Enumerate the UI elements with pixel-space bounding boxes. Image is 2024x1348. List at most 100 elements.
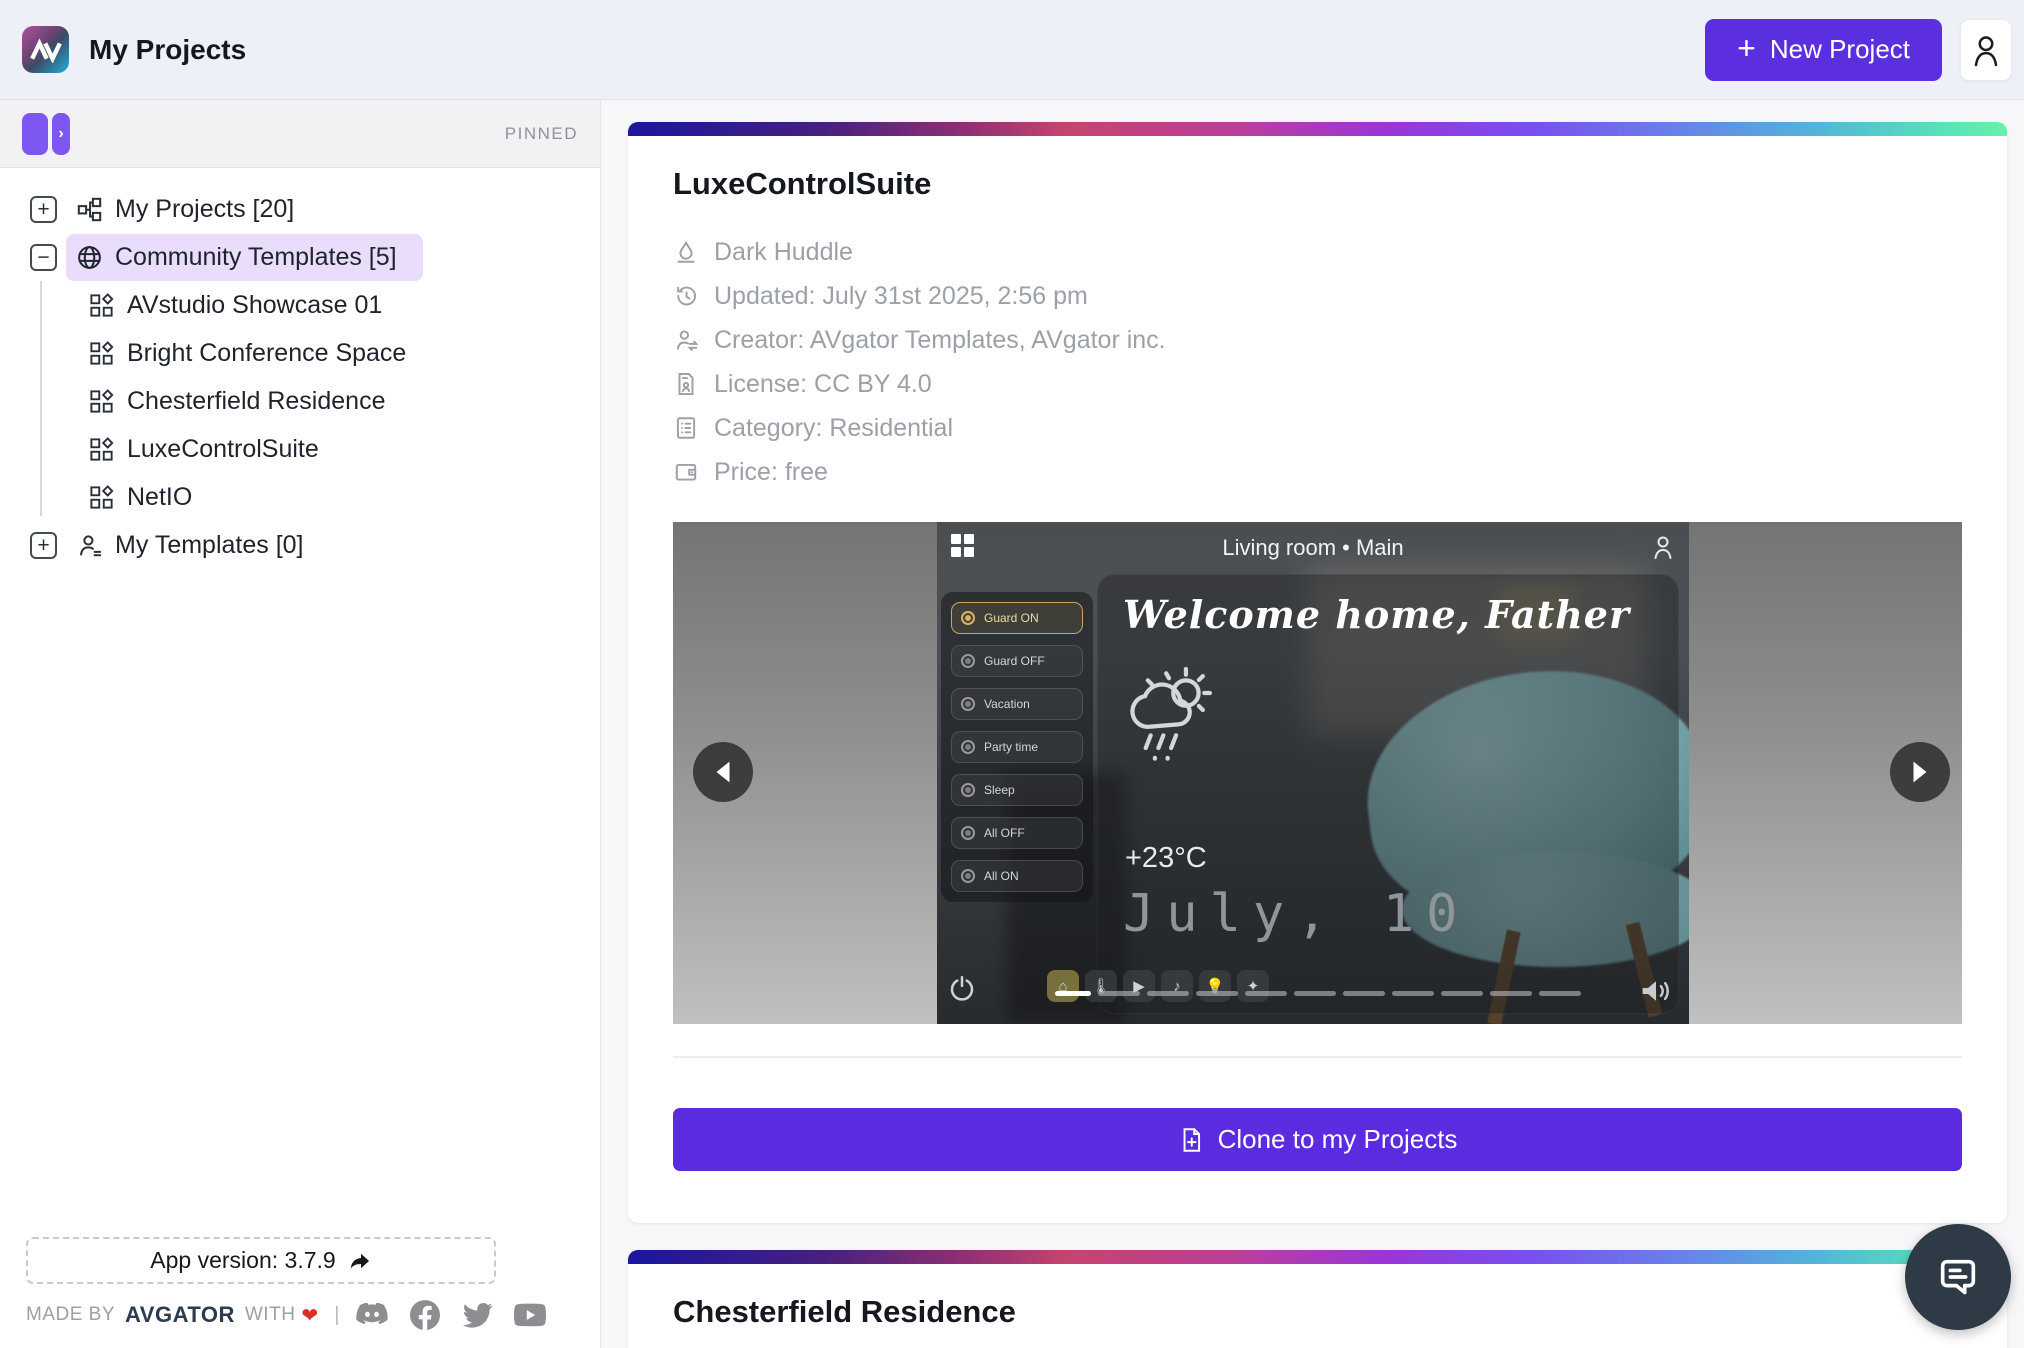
tree-item-my-projects[interactable]: + My Projects [20] bbox=[0, 185, 600, 233]
app-version-label: App version: 3.7.9 bbox=[150, 1247, 335, 1274]
template-icon bbox=[88, 292, 115, 319]
page-dash-active[interactable] bbox=[1055, 991, 1091, 996]
discord-link[interactable] bbox=[355, 1302, 389, 1328]
plus-icon: + bbox=[1737, 32, 1756, 64]
light-app-icon: 💡 bbox=[1199, 970, 1231, 1002]
scene-button-guard-off[interactable]: Guard OFF bbox=[951, 645, 1083, 677]
radio-icon bbox=[961, 783, 975, 797]
support-chat-button[interactable] bbox=[1905, 1224, 2011, 1330]
tree-item-label: My Projects [20] bbox=[115, 195, 294, 224]
scene-button-sleep[interactable]: Sleep bbox=[951, 774, 1083, 806]
twitter-icon bbox=[461, 1302, 493, 1329]
page-dash[interactable] bbox=[1392, 991, 1434, 996]
radio-icon bbox=[961, 869, 975, 883]
sidebar-footer: MADE BY AVGATOR WITH ❤ | bbox=[26, 1300, 546, 1330]
pinned-label: PINNED bbox=[505, 124, 578, 144]
tree-item-label: Bright Conference Space bbox=[127, 339, 406, 368]
user-templates-icon bbox=[76, 532, 103, 559]
updated-icon bbox=[673, 283, 699, 309]
meta-text: License: CC BY 4.0 bbox=[714, 370, 932, 399]
footer-separator: | bbox=[334, 1304, 339, 1327]
expand-icon[interactable]: + bbox=[30, 196, 57, 223]
home-app-icon: ⌂ bbox=[1047, 970, 1079, 1002]
tree-item-label: AVstudio Showcase 01 bbox=[127, 291, 382, 320]
power-icon bbox=[947, 974, 977, 1004]
selected-tree-item-highlight: Community Templates [5] bbox=[66, 234, 423, 281]
theme-icon bbox=[673, 239, 699, 265]
tree-item-my-templates[interactable]: + My Templates [0] bbox=[0, 521, 600, 569]
page-dash[interactable] bbox=[1490, 991, 1532, 996]
page-dash[interactable] bbox=[1196, 991, 1238, 996]
twitter-link[interactable] bbox=[461, 1302, 493, 1329]
sidebar-collapse-toggle[interactable]: › bbox=[22, 113, 70, 155]
card-metadata: Dark Huddle Updated: July 31st 2025, 2:5… bbox=[673, 230, 1962, 494]
tree-item-label: My Templates [0] bbox=[115, 531, 304, 560]
template-card-chesterfield-residence: Chesterfield Residence bbox=[628, 1250, 2007, 1348]
scene-label: Guard OFF bbox=[984, 654, 1045, 668]
youtube-link[interactable] bbox=[514, 1303, 546, 1327]
template-icon bbox=[88, 484, 115, 511]
scene-button-all-on[interactable]: All ON bbox=[951, 860, 1083, 892]
scene-button-all-off[interactable]: All OFF bbox=[951, 817, 1083, 849]
scene-button-vacation[interactable]: Vacation bbox=[951, 688, 1083, 720]
price-icon bbox=[673, 459, 699, 485]
radio-icon bbox=[961, 611, 975, 625]
sidebar-header: › PINNED bbox=[0, 100, 600, 168]
page-dash[interactable] bbox=[1245, 991, 1287, 996]
tree-item-label: Chesterfield Residence bbox=[127, 387, 385, 416]
clone-file-icon bbox=[1178, 1126, 1204, 1154]
tree-item-bright-conference-space[interactable]: Bright Conference Space bbox=[0, 329, 600, 377]
scene-label: All OFF bbox=[984, 826, 1025, 840]
facebook-icon bbox=[410, 1300, 440, 1330]
carousel-prev-button[interactable] bbox=[693, 742, 753, 802]
scene-menu: Guard ON Guard OFF Vacation Party t bbox=[941, 592, 1093, 902]
page-dash[interactable] bbox=[1343, 991, 1385, 996]
meta-text: Creator: AVgator Templates, AVgator inc. bbox=[714, 326, 1166, 355]
tree-item-avstudio-showcase-01[interactable]: AVstudio Showcase 01 bbox=[0, 281, 600, 329]
page-dash[interactable] bbox=[1441, 991, 1483, 996]
climate-app-icon: 🌡 bbox=[1085, 970, 1117, 1002]
media-app-icon: ▶ bbox=[1123, 970, 1155, 1002]
app-version-box[interactable]: App version: 3.7.9 bbox=[26, 1237, 496, 1284]
facebook-link[interactable] bbox=[410, 1300, 440, 1330]
room-title: Living room • Main bbox=[937, 535, 1689, 561]
collapse-icon[interactable]: − bbox=[30, 244, 57, 271]
date-display: July, 10 bbox=[1123, 884, 1469, 944]
template-icon bbox=[88, 388, 115, 415]
tree-item-chesterfield-residence[interactable]: Chesterfield Residence bbox=[0, 377, 600, 425]
page-dash[interactable] bbox=[1539, 991, 1581, 996]
profile-icon bbox=[1651, 534, 1675, 560]
new-project-button[interactable]: + New Project bbox=[1705, 19, 1942, 81]
made-by-label: MADE BY bbox=[26, 1304, 115, 1326]
section-divider bbox=[673, 1056, 1962, 1058]
clone-to-projects-button[interactable]: Clone to my Projects bbox=[673, 1108, 1962, 1171]
meta-license: License: CC BY 4.0 bbox=[673, 362, 1962, 406]
meta-text: Category: Residential bbox=[714, 414, 953, 443]
user-icon bbox=[1971, 33, 2001, 67]
page-dash[interactable] bbox=[1147, 991, 1189, 996]
tree-item-label: Community Templates [5] bbox=[115, 243, 397, 272]
expand-icon[interactable]: + bbox=[30, 532, 57, 559]
page-dash[interactable] bbox=[1098, 991, 1140, 996]
meta-creator: Creator: AVgator Templates, AVgator inc. bbox=[673, 318, 1962, 362]
tree-item-label: LuxeControlSuite bbox=[127, 435, 319, 464]
template-card-luxecontrolsuite: LuxeControlSuite Dark Huddle Updated: Ju… bbox=[628, 122, 2007, 1223]
arrow-left-icon bbox=[712, 759, 734, 785]
youtube-icon bbox=[514, 1303, 546, 1327]
meta-text: Price: free bbox=[714, 458, 828, 487]
tree-item-community-templates[interactable]: − Community Templates [5] bbox=[0, 233, 600, 281]
app-dock: ⌂ 🌡 ▶ ♪ 💡 ✦ bbox=[1047, 970, 1269, 1002]
tree-item-netio[interactable]: NetIO bbox=[0, 473, 600, 521]
tree-item-label: NetIO bbox=[127, 483, 192, 512]
scene-button-guard-on[interactable]: Guard ON bbox=[951, 602, 1083, 634]
profile-button[interactable] bbox=[1960, 19, 2012, 81]
scene-button-party-time[interactable]: Party time bbox=[951, 731, 1083, 763]
card-gradient-bar bbox=[628, 122, 2007, 136]
screenshot-carousel: Welcome home, Father +23°C July, 10 bbox=[673, 522, 1962, 1024]
carousel-next-button[interactable] bbox=[1890, 742, 1950, 802]
tree-item-luxecontrolsuite[interactable]: LuxeControlSuite bbox=[0, 425, 600, 473]
page-dash[interactable] bbox=[1294, 991, 1336, 996]
hierarchy-icon bbox=[76, 196, 103, 223]
card-title: LuxeControlSuite bbox=[673, 166, 1962, 202]
scene-label: Sleep bbox=[984, 783, 1015, 797]
